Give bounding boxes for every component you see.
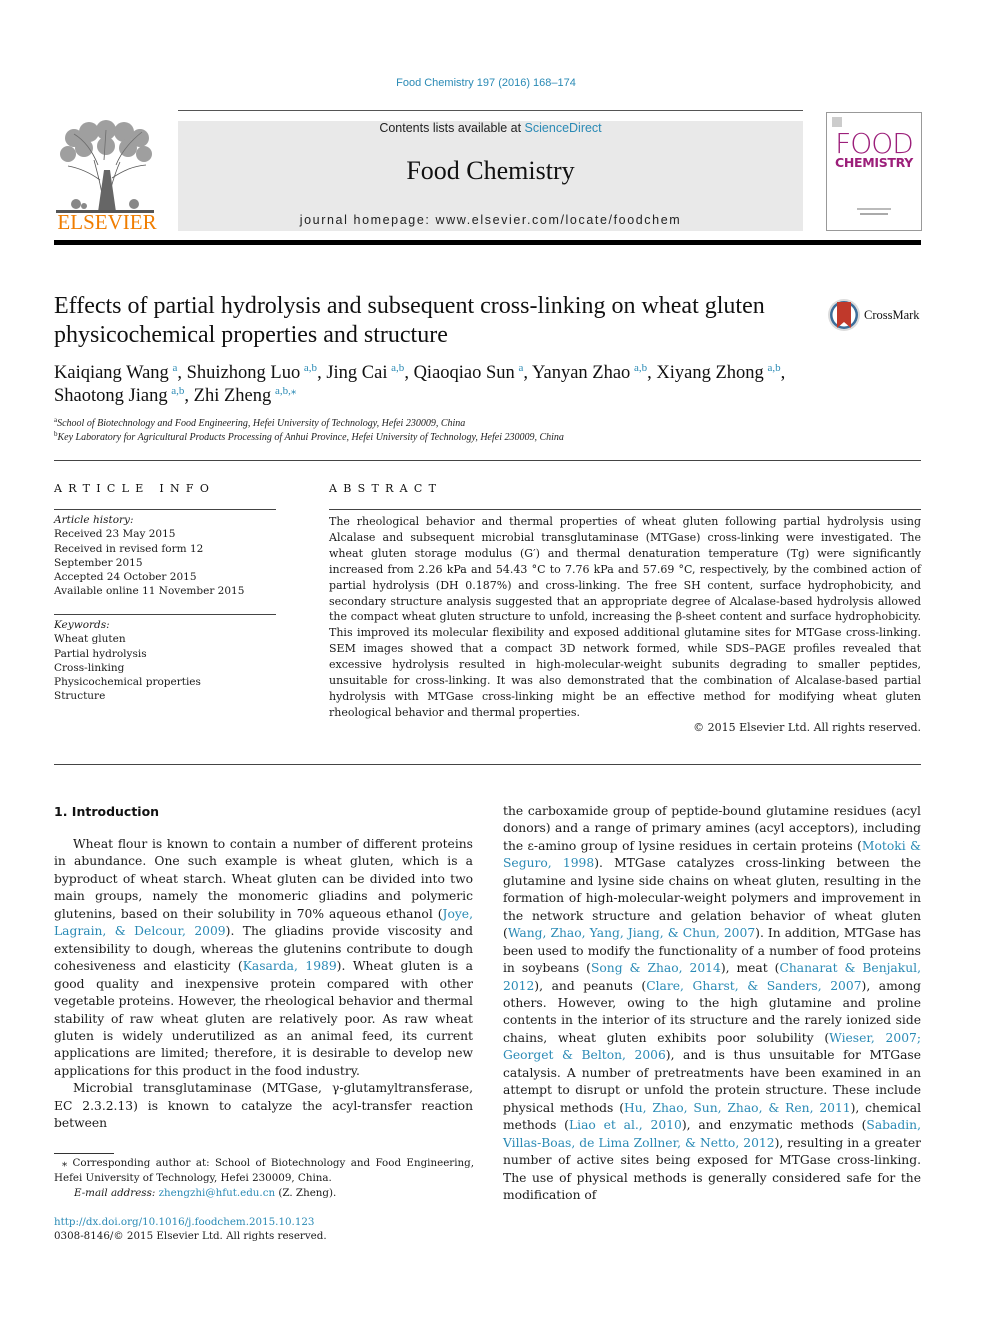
keywords: Keywords: Wheat gluten Partial hydrolysi… [54,618,284,704]
divider [54,764,921,765]
author-affiliation-link[interactable]: a,b,⁎ [275,385,296,397]
crossmark-icon [828,299,860,331]
author-affiliation-link[interactable]: a,b [171,385,184,397]
history-item: Accepted 24 October 2015 [54,571,197,584]
crossmark-label[interactable]: CrossMark [864,308,920,323]
citation-link[interactable]: Liao et al., 2010 [569,1118,682,1132]
author-separator: , [780,363,786,383]
header-thick-rule [54,240,921,245]
corresponding-author-note: ⁎ Corresponding author at: School of Bio… [54,1157,474,1184]
citation-link[interactable]: Song & Zhao, 2014 [591,961,721,975]
divider [54,460,921,461]
footnote: ⁎ Corresponding author at: School of Bio… [54,1156,474,1201]
email-label: E-mail address: [74,1187,159,1199]
author-affiliation-link[interactable]: a,b [391,362,404,374]
body-text: ), meat ( [720,961,780,976]
affiliations: aSchool of Biotechnology and Food Engine… [54,417,924,445]
citation-link[interactable]: Wang, Zhao, Yang, Jiang, & Chun, 2007 [508,926,755,940]
keywords-label: Keywords: [54,619,110,631]
contents-line: Contents lists available at ScienceDirec… [178,121,803,135]
author-separator: , [184,386,194,406]
author-affiliation-link[interactable]: a,b [304,362,317,374]
keyword: Partial hydrolysis [54,647,147,660]
body-text: Microbial transglutaminase (MTGase, γ-gl… [54,1081,473,1131]
history-item: Received 23 May 2015 [54,528,176,541]
journal-citation-link[interactable]: Food Chemistry 197 (2016) 168–174 [0,77,972,89]
cover-emblem-icon [832,117,842,127]
keyword: Physicochemical properties [54,676,201,689]
affiliation-text: School of Biotechnology and Food Enginee… [57,418,466,429]
abstract-text: The rheological behavior and thermal pro… [329,515,921,719]
body-paragraph: Microbial transglutaminase (MTGase, γ-gl… [54,1080,473,1132]
body-text: the carboxamide group of peptide-bound g… [503,804,921,853]
author-separator: , [404,363,414,383]
footnote-rule [54,1153,114,1154]
body-text: ), and enzymatic methods ( [681,1118,867,1133]
abstract-copyright: © 2015 Elsevier Ltd. All rights reserved… [693,721,921,734]
affiliation-text: Key Laboratory for Agricultural Products… [57,432,564,443]
author-name: Shaotong Jiang [54,386,172,406]
body-text: ). Wheat gluten is a good quality and in… [54,959,474,1078]
introduction-heading: 1. Introduction [54,804,160,819]
author-name: Yanyan Zhao [531,363,634,383]
journal-cover-thumbnail[interactable]: FOOD CHEMISTRY [826,112,922,231]
history-label: Article history: [54,514,134,526]
citation-link[interactable]: Kasarda, 1989 [243,959,337,973]
keyword: Wheat gluten [54,633,126,646]
abstract-heading: ABSTRACT [329,482,443,495]
email-line: E-mail address: zhengzhi@hfut.edu.cn (Z.… [54,1186,474,1201]
article-title: Effects of partial hydrolysis and subseq… [54,293,765,348]
elsevier-wordmark[interactable]: ELSEVIER [52,210,162,235]
sciencedirect-link[interactable]: ScienceDirect [525,121,602,135]
cover-fine-print [860,213,888,215]
header-rule [178,110,803,111]
doi-link[interactable]: http://dx.doi.org/10.1016/j.foodchem.201… [54,1216,314,1228]
journal-homepage-link[interactable]: journal homepage: www.elsevier.com/locat… [178,213,803,227]
divider [54,614,276,615]
author-name: Zhi Zheng [193,386,275,406]
body-text: Wheat flour is known to contain a number… [54,837,473,921]
body-paragraph: the carboxamide group of peptide-bound g… [503,803,921,1204]
author-separator: , [317,363,327,383]
author-name: Jing Cai [326,363,392,383]
author-name: Kaiqiang Wang [54,363,173,383]
keyword: Cross-linking [54,661,125,674]
cover-title-chemistry: CHEMISTRY [834,155,914,170]
cover-fine-print [857,208,891,210]
body-column-right: the carboxamide group of peptide-bound g… [503,803,921,1204]
journal-title: Food Chemistry [406,156,575,185]
body-text: ), and peanuts ( [534,978,647,993]
body-column-left: Wheat flour is known to contain a number… [54,836,473,1133]
author-list: Kaiqiang Wang a, Shuizhong Luo a,b, Jing… [54,362,924,408]
email-suffix: (Z. Zheng). [275,1187,337,1199]
author-affiliation-link[interactable]: a,b [767,362,780,374]
article-history: Article history: Received 23 May 2015 Re… [54,513,284,599]
affiliation-a: aSchool of Biotechnology and Food Engine… [54,417,924,431]
author-affiliation-link[interactable]: a,b [634,362,647,374]
body-paragraph: Wheat flour is known to contain a number… [54,836,473,1080]
history-item: Available online 11 November 2015 [54,585,245,598]
author-separator: , [523,363,532,383]
citation-link[interactable]: Hu, Zhao, Sun, Zhao, & Ren, 2011 [624,1101,851,1115]
email-link[interactable]: zhengzhi@hfut.edu.cn [159,1187,276,1199]
author-separator: , [647,363,657,383]
affiliation-b: bKey Laboratory for Agricultural Product… [54,431,924,445]
issn-copyright: 0308-8146/© 2015 Elsevier Ltd. All right… [54,1230,327,1242]
citation-link[interactable]: Clare, Gharst, & Sanders, 2007 [646,979,861,993]
history-item: Received in revised form 12 September 20… [54,542,204,569]
author-separator: , [177,363,187,383]
author-name: Qiaoqiao Sun [413,363,519,383]
author-name: Xiyang Zhong [656,363,768,383]
divider [329,509,921,510]
article-info-heading: ARTICLE INFO [54,482,216,495]
keyword: Structure [54,690,106,703]
contents-prefix: Contents lists available at [379,121,525,135]
divider [54,509,276,510]
author-name: Shuizhong Luo [186,363,304,383]
